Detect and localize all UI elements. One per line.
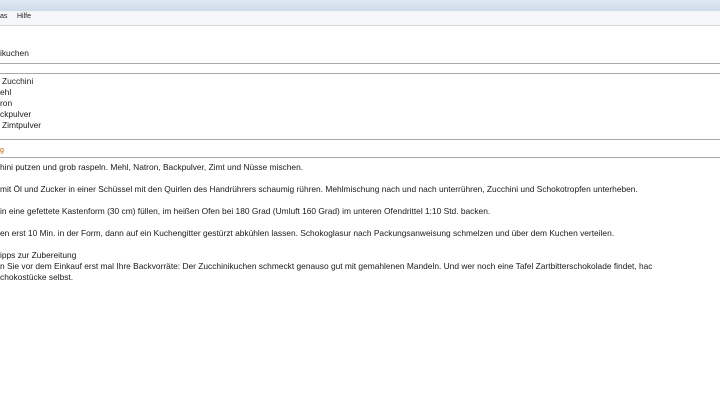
recipe-title: ikuchen (0, 48, 29, 58)
menu-item-help[interactable]: Hilfe (17, 13, 31, 20)
ingredient-item: ron (0, 98, 13, 108)
divider (0, 157, 720, 158)
ingredient-item: Zimtpulver (2, 120, 42, 130)
divider (0, 63, 720, 64)
tips-text: chokostücke selbst. (0, 272, 74, 282)
ingredient-item: Zucchini (2, 76, 34, 86)
preparation-step: in eine gefettete Kastenform (30 cm) fül… (0, 206, 491, 216)
ingredient-item: ehl (0, 87, 12, 97)
ingredient-item: ckpulver (0, 109, 32, 119)
menu-item-extras[interactable]: as (0, 13, 7, 20)
preparation-step: en erst 10 Min. in der Form, dann auf ei… (0, 228, 615, 238)
divider (0, 139, 720, 140)
menu-bar: as Hilfe (0, 11, 720, 26)
section-label: g (0, 147, 4, 154)
tips-text: n Sie vor dem Einkauf erst mal Ihre Back… (0, 261, 653, 271)
tips-heading: ipps zur Zubereitung (0, 250, 77, 260)
preparation-step: mit Öl und Zucker in einer Schüssel mit … (0, 184, 638, 194)
divider (0, 73, 720, 74)
preparation-step: hini putzen und grob raspeln. Mehl, Natr… (0, 162, 304, 172)
